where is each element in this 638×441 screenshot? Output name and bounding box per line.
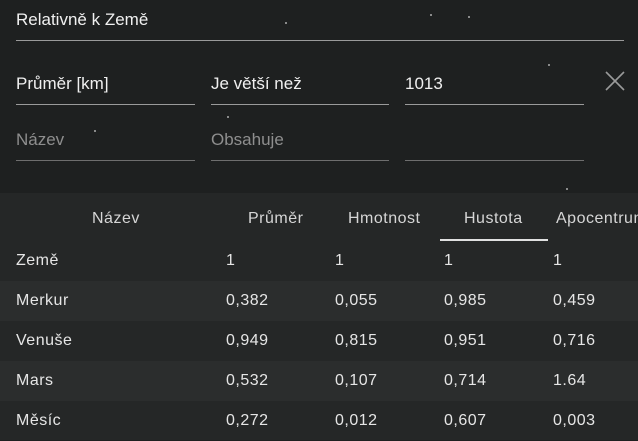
- filter2-property-placeholder: Název: [16, 130, 65, 149]
- cell-hmotnost: 0,055: [335, 292, 378, 309]
- cell-prumer: 0,272: [226, 412, 269, 429]
- filter-operator-select[interactable]: Je větší než: [211, 64, 389, 105]
- table-row[interactable]: Měsíc 0,272 0,012 0,607 0,003: [0, 401, 638, 441]
- cell-prumer: 0,382: [226, 292, 269, 309]
- column-header-hmotnost[interactable]: Hmotnost: [348, 210, 420, 228]
- filter-property-select[interactable]: Průměr [km]: [16, 64, 195, 105]
- cell-apocentrum: 1: [553, 252, 563, 269]
- cell-hustota: 0,985: [444, 292, 487, 309]
- reference-value: Relativně k Země: [16, 10, 149, 29]
- close-icon[interactable]: [604, 70, 626, 92]
- filter-value-text: 1013: [405, 74, 443, 93]
- filter-operator-value: Je větší než: [211, 74, 302, 93]
- filter-property-value: Průměr [km]: [16, 74, 109, 93]
- filter-value-input[interactable]: 1013: [405, 64, 584, 105]
- cell-hmotnost: 0,107: [335, 372, 378, 389]
- cell-name: Venuše: [16, 332, 73, 349]
- cell-prumer: 0,532: [226, 372, 269, 389]
- cell-hmotnost: 0,012: [335, 412, 378, 429]
- column-header-name[interactable]: Název: [92, 210, 140, 228]
- table-row[interactable]: Mars 0,532 0,107 0,714 1.64: [0, 361, 638, 401]
- cell-hmotnost: 0,815: [335, 332, 378, 349]
- cell-name: Měsíc: [16, 412, 62, 429]
- cell-apocentrum: 1.64: [553, 372, 587, 389]
- cell-apocentrum: 0,003: [553, 412, 596, 429]
- filter2-operator-placeholder: Obsahuje: [211, 130, 284, 149]
- cell-name: Země: [16, 252, 59, 269]
- cell-hustota: 0,714: [444, 372, 487, 389]
- cell-prumer: 1: [226, 252, 236, 269]
- cell-apocentrum: 0,459: [553, 292, 596, 309]
- filter2-property-select[interactable]: Název: [16, 120, 195, 161]
- table-row[interactable]: Merkur 0,382 0,055 0,985 0,459: [0, 281, 638, 321]
- cell-prumer: 0,949: [226, 332, 269, 349]
- table-row[interactable]: Země 1 1 1 1: [0, 241, 638, 281]
- cell-name: Merkur: [16, 292, 69, 309]
- filter2-operator-select[interactable]: Obsahuje: [211, 120, 389, 161]
- cell-hustota: 0,951: [444, 332, 487, 349]
- cell-apocentrum: 0,716: [553, 332, 596, 349]
- cell-name: Mars: [16, 372, 54, 389]
- filter2-value-input[interactable]: [405, 120, 584, 161]
- reference-select[interactable]: Relativně k Země: [16, 0, 624, 41]
- column-header-hustota[interactable]: Hustota: [464, 210, 523, 228]
- cell-hustota: 1: [444, 252, 454, 269]
- cell-hmotnost: 1: [335, 252, 345, 269]
- column-header-apocentrum[interactable]: Apocentrum: [556, 210, 638, 228]
- column-header-prumer[interactable]: Průměr: [248, 210, 303, 228]
- table-row[interactable]: Venuše 0,949 0,815 0,951 0,716: [0, 321, 638, 361]
- cell-hustota: 0,607: [444, 412, 487, 429]
